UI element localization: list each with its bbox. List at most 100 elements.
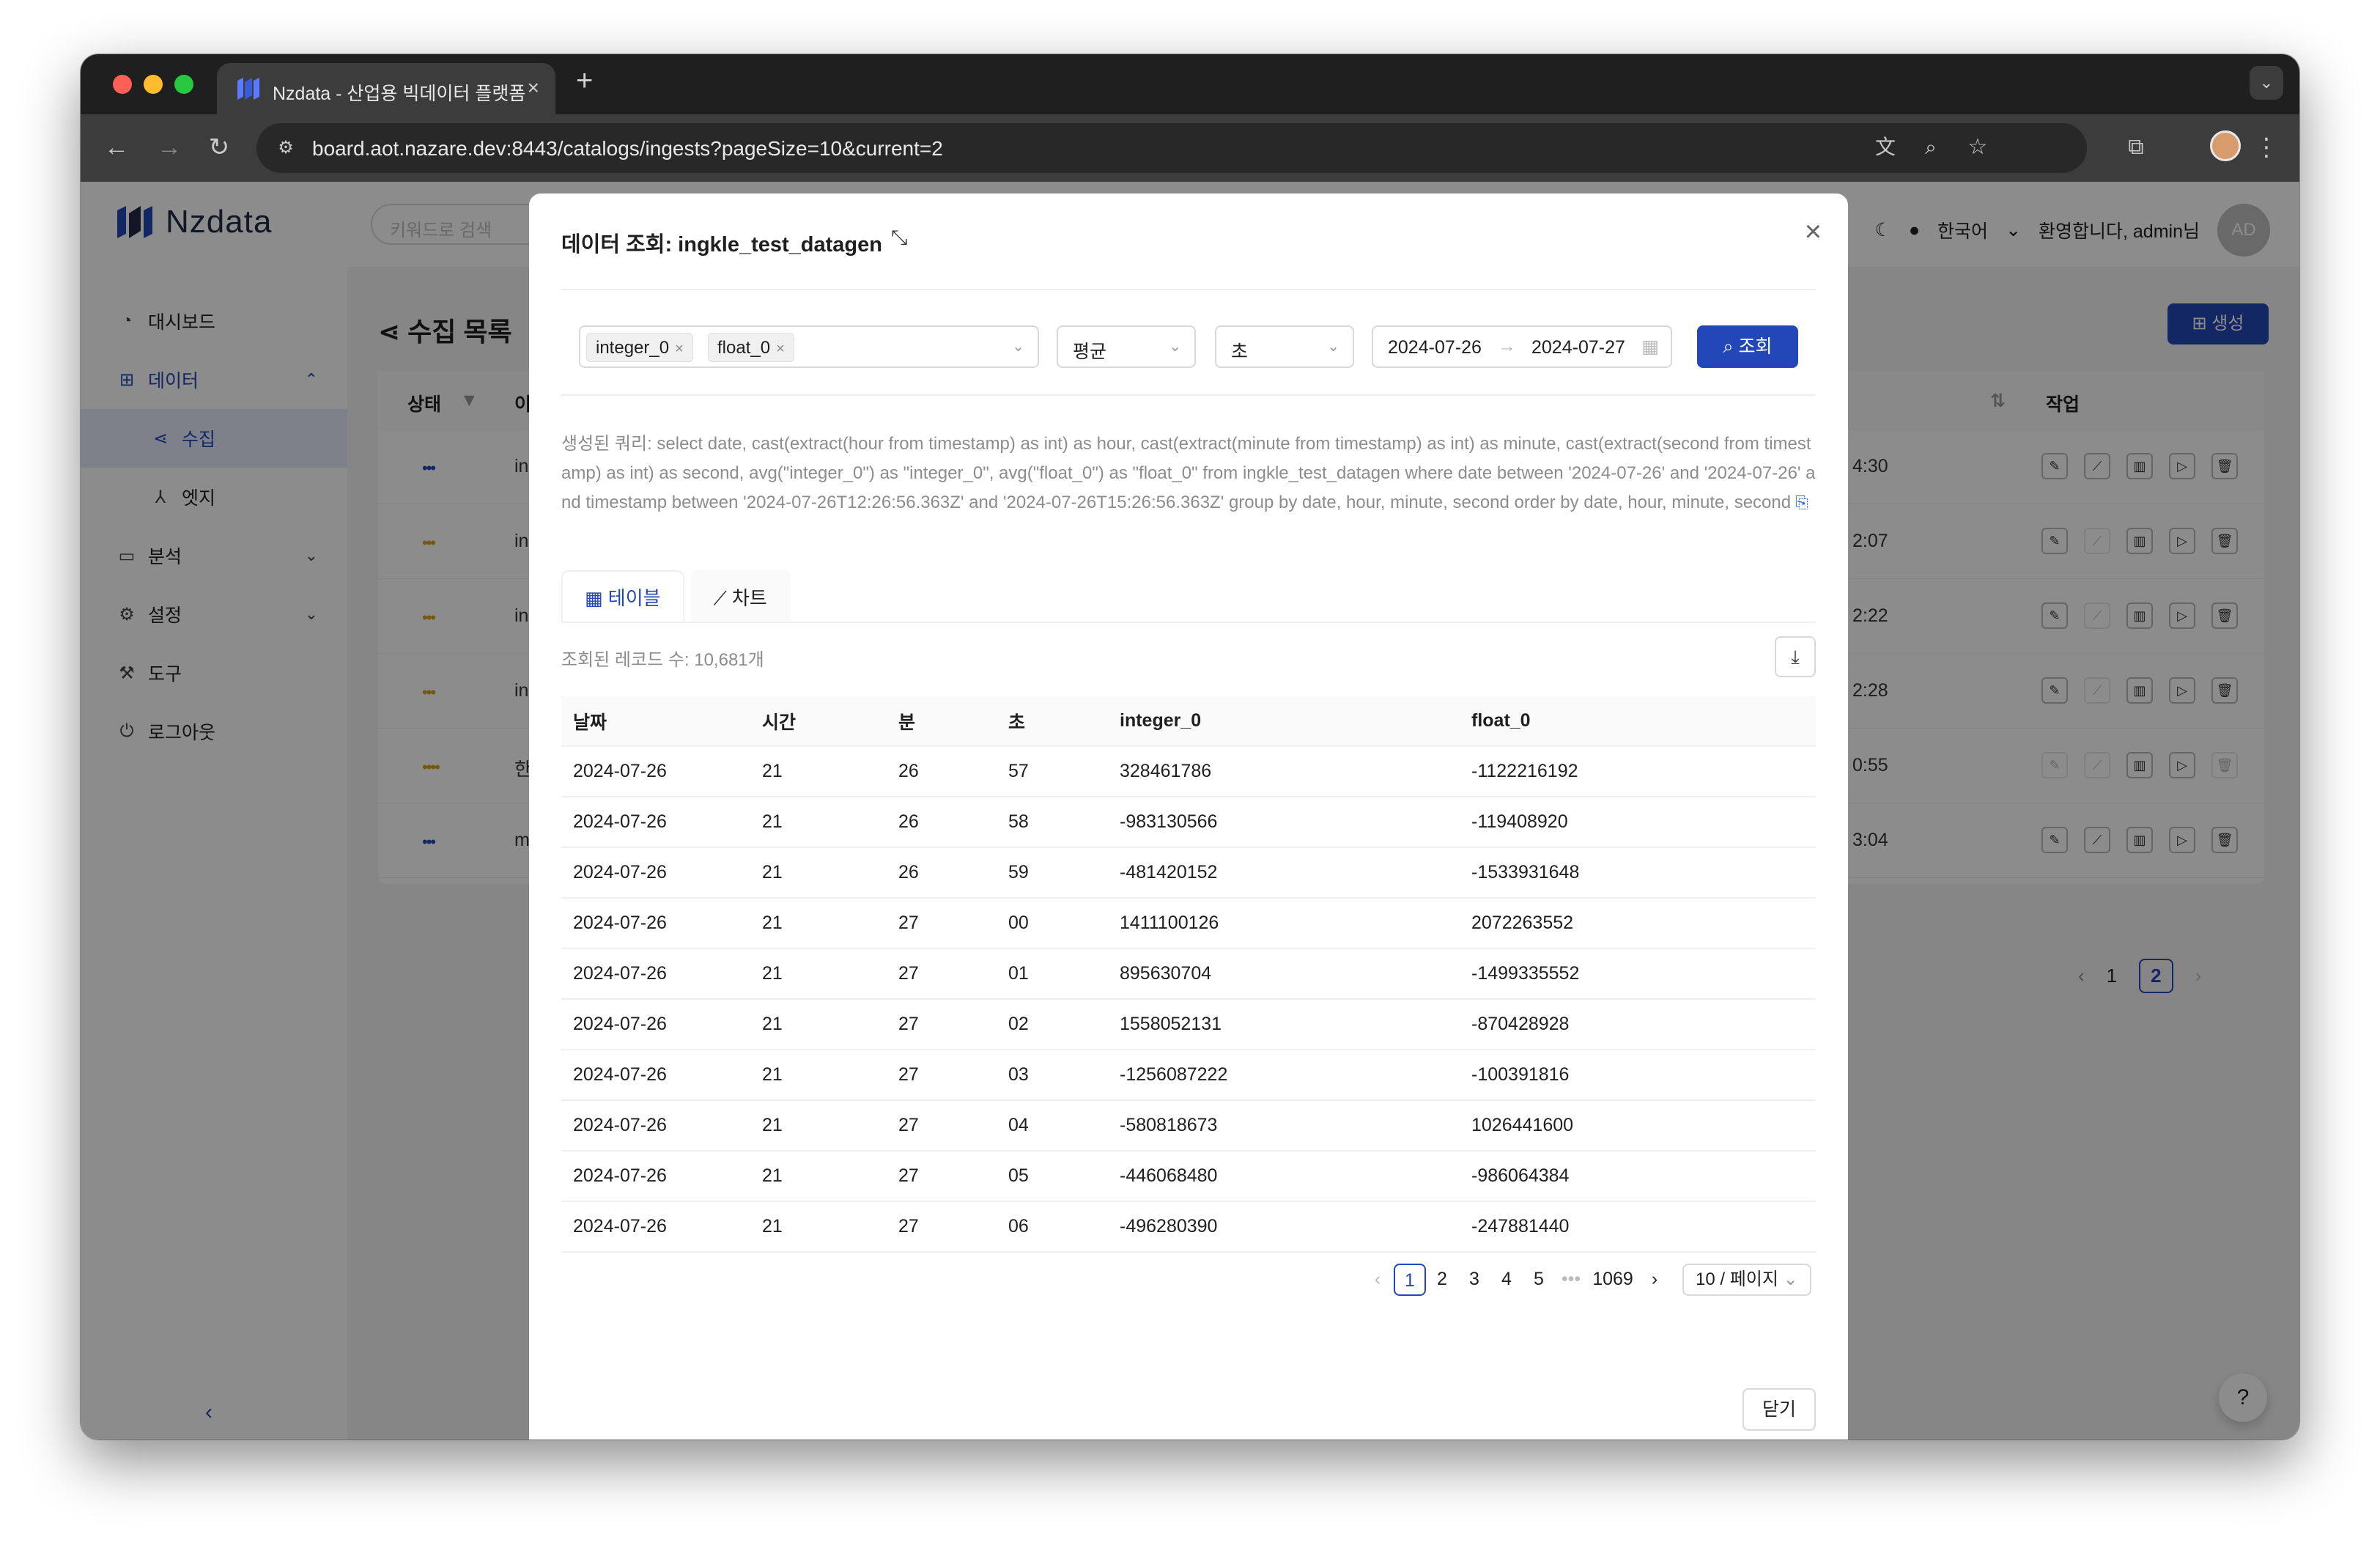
query-button[interactable]: ⌕ 조회	[1697, 325, 1798, 368]
tab-close-icon[interactable]: ×	[528, 76, 539, 100]
table-cell: 21	[750, 797, 887, 848]
table-cell: 2024-07-26	[561, 1050, 750, 1101]
extensions-icon[interactable]: ⧉	[2119, 130, 2153, 164]
date-range-picker[interactable]: 2024-07-26 → 2024-07-27 ▦	[1372, 325, 1672, 368]
aggregate-select[interactable]: 평균 ⌄	[1057, 325, 1196, 368]
page-button[interactable]: 3	[1458, 1264, 1490, 1296]
table-cell: 26	[887, 797, 997, 848]
table-cell: 895630704	[1108, 948, 1460, 1000]
table-cell: 05	[997, 1151, 1108, 1202]
table-row[interactable]: 2024-07-26 21 27 04 -580818673 1026441600	[561, 1100, 1816, 1151]
tab-search-chevron-icon[interactable]: ⌄	[2250, 66, 2283, 100]
page-button[interactable]: 1	[1394, 1264, 1426, 1296]
app-root: Nzdata ◔ 대시보드 ⊞ 데이터 ⌃ ⋖ 수집 ⅄ 엣지 ▭ 분석 ⌄ ⚙…	[81, 182, 2299, 1440]
page-size-select[interactable]: 10 / 페이지 ⌄	[1682, 1264, 1811, 1296]
time-unit-select[interactable]: 초 ⌄	[1215, 325, 1354, 368]
reload-icon[interactable]: ↻	[202, 130, 236, 164]
table-cell: 06	[997, 1201, 1108, 1253]
address-bar[interactable]: ⚙ board.aot.nazare.dev:8443/catalogs/ing…	[256, 123, 2087, 173]
expand-icon[interactable]: ⤡	[891, 226, 907, 250]
table-cell: 21	[750, 1201, 887, 1253]
table-row[interactable]: 2024-07-26 21 27 06 -496280390 -247881440	[561, 1201, 1816, 1253]
page-button[interactable]: 4	[1490, 1264, 1523, 1296]
chevron-down-icon: ⌄	[1169, 339, 1181, 355]
table-cell: 21	[750, 1151, 887, 1202]
page-button-last[interactable]: 1069	[1587, 1264, 1638, 1296]
tab-chart[interactable]: ⟋ 차트	[690, 570, 791, 623]
column-tag[interactable]: integer_0 ×	[586, 333, 693, 362]
result-table: 날짜 시간 분 초 integer_0 float_0 2024-07-26 21…	[561, 696, 1816, 1253]
divider	[561, 394, 1816, 396]
table-row[interactable]: 2024-07-26 21 27 01 895630704 -1499335552	[561, 948, 1816, 1000]
prev-page-icon[interactable]: ‹	[1361, 1264, 1394, 1296]
column-float-0: float_0	[1460, 696, 1816, 747]
column-multiselect[interactable]: integer_0 × float_0 × ⌄	[579, 325, 1039, 368]
table-row[interactable]: 2024-07-26 21 27 05 -446068480 -986064384	[561, 1151, 1816, 1202]
table-cell: 2024-07-26	[561, 847, 750, 899]
table-cell: 2024-07-26	[561, 1201, 750, 1253]
site-info-icon[interactable]: ⚙	[271, 133, 300, 163]
tag-label: float_0	[717, 338, 771, 358]
table-row[interactable]: 2024-07-26 21 27 03 -1256087222 -100391816	[561, 1050, 1816, 1101]
close-icon[interactable]: ×	[1805, 215, 1822, 248]
table-cell: 27	[887, 948, 997, 1000]
close-button[interactable]: 닫기	[1742, 1388, 1816, 1431]
table-row[interactable]: 2024-07-26 21 27 00 1411100126 2072263552	[561, 898, 1816, 949]
page-size-value: 10 / 페이지	[1696, 1269, 1778, 1289]
table-cell: -247881440	[1460, 1201, 1816, 1253]
table-cell: 02	[997, 999, 1108, 1050]
pagination: ‹ 1 2 3 4 5 ••• 1069 › 10 / 페이지 ⌄	[1361, 1264, 1811, 1296]
column-tag[interactable]: float_0 ×	[708, 333, 794, 362]
page-button[interactable]: 2	[1426, 1264, 1458, 1296]
table-cell: 21	[750, 1050, 887, 1101]
table-cell: -496280390	[1108, 1201, 1460, 1253]
date-end-input[interactable]: 2024-07-27	[1531, 337, 1634, 358]
maximize-window-dot[interactable]	[174, 75, 193, 94]
next-page-icon[interactable]: ›	[1638, 1264, 1671, 1296]
minimize-window-dot[interactable]	[144, 75, 163, 94]
time-unit-value: 초	[1231, 342, 1249, 362]
download-icon[interactable]: ⤓	[1775, 636, 1816, 677]
divider	[561, 289, 1816, 290]
record-count: 조회된 레코드 수: 10,681개	[561, 650, 764, 670]
close-window-dot[interactable]	[113, 75, 132, 94]
bookmark-star-icon[interactable]: ☆	[1961, 130, 1995, 164]
zoom-icon[interactable]: ⌕	[1914, 130, 1948, 164]
table-cell: 328461786	[1108, 746, 1460, 797]
page-button[interactable]: 5	[1523, 1264, 1555, 1296]
translate-icon[interactable]: 文	[1869, 130, 1902, 164]
table-cell: 2024-07-26	[561, 948, 750, 1000]
forward-icon[interactable]: →	[152, 130, 186, 164]
table-cell: 27	[887, 898, 997, 949]
url-text[interactable]: board.aot.nazare.dev:8443/catalogs/inges…	[312, 137, 943, 161]
new-tab-button[interactable]: +	[576, 64, 593, 97]
browser-tab[interactable]: Nzdata - 산업용 빅데이터 플랫폼 ×	[217, 63, 555, 114]
tag-remove-icon[interactable]: ×	[675, 341, 684, 357]
tag-remove-icon[interactable]: ×	[776, 341, 785, 357]
table-cell: -580818673	[1108, 1100, 1460, 1151]
table-row[interactable]: 2024-07-26 21 26 57 328461786 -1122216192	[561, 746, 1816, 797]
table-cell: -986064384	[1460, 1151, 1816, 1202]
table-cell: 2024-07-26	[561, 1151, 750, 1202]
page-ellipsis[interactable]: •••	[1555, 1264, 1587, 1296]
back-icon[interactable]: ←	[100, 130, 133, 164]
query-filters: integer_0 × float_0 × ⌄ 평균 ⌄ 초 ⌄ 2024-07-2…	[579, 325, 1798, 368]
table-row[interactable]: 2024-07-26 21 27 02 1558052131 -870428928	[561, 999, 1816, 1050]
browser-window: Nzdata - 산업용 빅데이터 플랫폼 × + ⌄ ← → ↻ ⚙ boar…	[81, 54, 2299, 1440]
table-cell: 59	[997, 847, 1108, 899]
table-cell: 21	[750, 898, 887, 949]
more-menu-icon[interactable]: ⋮	[2250, 130, 2283, 164]
profile-avatar[interactable]	[2210, 130, 2241, 161]
table-icon: ▦	[585, 587, 608, 609]
tab-bar: Nzdata - 산업용 빅데이터 플랫폼 × + ⌄	[81, 54, 2299, 114]
line-chart-icon: ⟋	[713, 587, 732, 609]
date-start-input[interactable]: 2024-07-26	[1388, 337, 1490, 358]
tab-table[interactable]: ▦ 테이블	[561, 570, 684, 623]
view-tabs: ▦ 테이블 ⟋ 차트	[561, 570, 797, 623]
table-cell: 2024-07-26	[561, 1100, 750, 1151]
table-row[interactable]: 2024-07-26 21 26 59 -481420152 -1533931648	[561, 847, 1816, 899]
copy-icon[interactable]: ⎘	[1795, 493, 1808, 512]
table-cell: -119408920	[1460, 797, 1816, 848]
table-cell: -983130566	[1108, 797, 1460, 848]
table-row[interactable]: 2024-07-26 21 26 58 -983130566 -119408920	[561, 797, 1816, 848]
